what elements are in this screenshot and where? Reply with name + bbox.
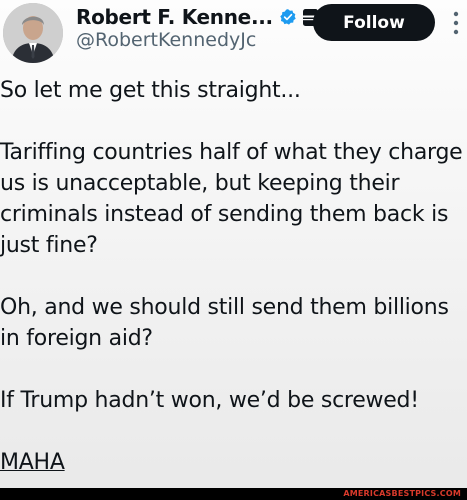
profile-photo [3, 3, 63, 63]
tweet-paragraph: If Trump hadn’t won, we’d be screwed! [0, 388, 419, 413]
tweet-header: Robert F. Kenne... @RobertKennedyJc Foll… [0, 0, 467, 68]
tweet-paragraph: Oh, and we should still send them billio… [0, 295, 449, 351]
display-name[interactable]: Robert F. Kenne... [76, 5, 273, 29]
tweet-hashtag-text: MAHA [0, 450, 65, 475]
watermark-bar: AMERICASBESTPICS.COM [0, 488, 467, 500]
tweet-paragraph: So let me get this straight... [0, 78, 301, 103]
name-row: Robert F. Kenne... [76, 3, 318, 31]
watermark-text: AMERICASBESTPICS.COM [343, 489, 461, 498]
handle[interactable]: @RobertKennedyJc [76, 29, 256, 51]
verified-badge-icon [280, 9, 296, 25]
tweet-paragraph: Tariffing countries half of what they ch… [0, 140, 463, 258]
follow-button[interactable]: Follow [313, 4, 435, 41]
more-options-icon[interactable] [452, 10, 460, 36]
tweet-text: So let me get this straight... Tariffing… [0, 75, 467, 478]
avatar[interactable] [3, 3, 63, 63]
tweet-card: Robert F. Kenne... @RobertKennedyJc Foll… [0, 0, 467, 500]
